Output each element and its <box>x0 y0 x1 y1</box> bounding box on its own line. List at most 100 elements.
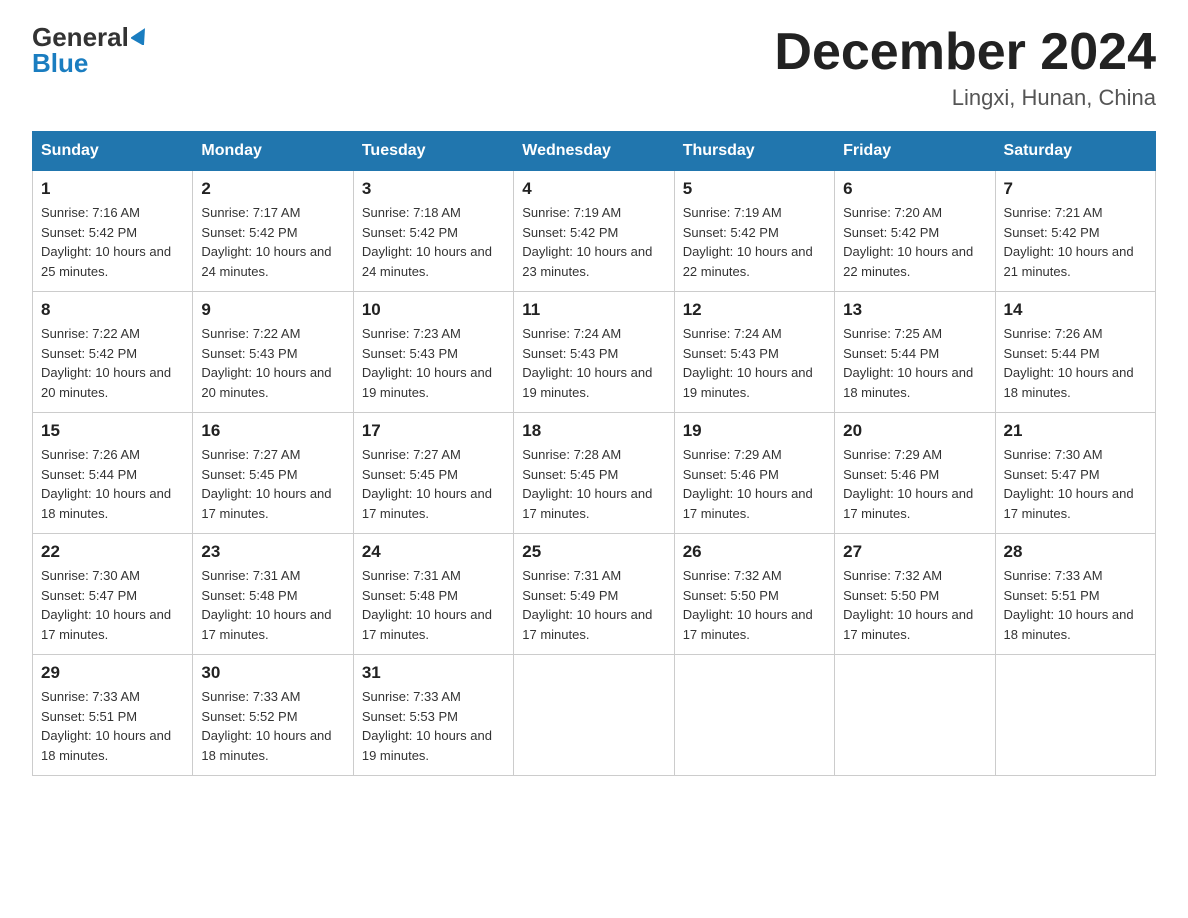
daylight-label: Daylight: 10 hours and 19 minutes. <box>683 365 813 400</box>
table-row: 5 Sunrise: 7:19 AM Sunset: 5:42 PM Dayli… <box>674 171 834 292</box>
sunrise-label: Sunrise: 7:25 AM <box>843 326 942 341</box>
calendar-week-row: 29 Sunrise: 7:33 AM Sunset: 5:51 PM Dayl… <box>33 655 1156 776</box>
day-info: Sunrise: 7:23 AM Sunset: 5:43 PM Dayligh… <box>362 324 505 402</box>
daylight-label: Daylight: 10 hours and 17 minutes. <box>522 607 652 642</box>
day-info: Sunrise: 7:16 AM Sunset: 5:42 PM Dayligh… <box>41 203 184 281</box>
sunset-label: Sunset: 5:50 PM <box>683 588 779 603</box>
sunset-label: Sunset: 5:45 PM <box>522 467 618 482</box>
calendar-table: Sunday Monday Tuesday Wednesday Thursday… <box>32 131 1156 776</box>
sunrise-label: Sunrise: 7:33 AM <box>201 689 300 704</box>
sunset-label: Sunset: 5:43 PM <box>683 346 779 361</box>
logo-arrow-icon <box>131 25 151 50</box>
daylight-label: Daylight: 10 hours and 17 minutes. <box>683 607 813 642</box>
daylight-label: Daylight: 10 hours and 18 minutes. <box>1004 607 1134 642</box>
sunset-label: Sunset: 5:51 PM <box>41 709 137 724</box>
daylight-label: Daylight: 10 hours and 17 minutes. <box>522 486 652 521</box>
sunset-label: Sunset: 5:48 PM <box>201 588 297 603</box>
day-info: Sunrise: 7:32 AM Sunset: 5:50 PM Dayligh… <box>843 566 986 644</box>
day-info: Sunrise: 7:29 AM Sunset: 5:46 PM Dayligh… <box>843 445 986 523</box>
sunset-label: Sunset: 5:42 PM <box>843 225 939 240</box>
table-row: 8 Sunrise: 7:22 AM Sunset: 5:42 PM Dayli… <box>33 292 193 413</box>
calendar-week-row: 15 Sunrise: 7:26 AM Sunset: 5:44 PM Dayl… <box>33 413 1156 534</box>
sunset-label: Sunset: 5:45 PM <box>201 467 297 482</box>
day-number: 31 <box>362 663 505 683</box>
day-number: 1 <box>41 179 184 199</box>
header-saturday: Saturday <box>995 132 1155 171</box>
sunset-label: Sunset: 5:42 PM <box>201 225 297 240</box>
header-tuesday: Tuesday <box>353 132 513 171</box>
table-row: 6 Sunrise: 7:20 AM Sunset: 5:42 PM Dayli… <box>835 171 995 292</box>
daylight-label: Daylight: 10 hours and 20 minutes. <box>41 365 171 400</box>
sunset-label: Sunset: 5:44 PM <box>41 467 137 482</box>
table-row: 7 Sunrise: 7:21 AM Sunset: 5:42 PM Dayli… <box>995 171 1155 292</box>
day-number: 19 <box>683 421 826 441</box>
day-info: Sunrise: 7:33 AM Sunset: 5:51 PM Dayligh… <box>41 687 184 765</box>
sunset-label: Sunset: 5:53 PM <box>362 709 458 724</box>
table-row: 2 Sunrise: 7:17 AM Sunset: 5:42 PM Dayli… <box>193 171 353 292</box>
day-number: 13 <box>843 300 986 320</box>
day-number: 30 <box>201 663 344 683</box>
sunrise-label: Sunrise: 7:33 AM <box>362 689 461 704</box>
sunrise-label: Sunrise: 7:32 AM <box>683 568 782 583</box>
day-number: 18 <box>522 421 665 441</box>
table-row: 25 Sunrise: 7:31 AM Sunset: 5:49 PM Dayl… <box>514 534 674 655</box>
day-number: 15 <box>41 421 184 441</box>
logo: General Blue <box>32 24 151 76</box>
day-number: 14 <box>1004 300 1147 320</box>
table-row: 23 Sunrise: 7:31 AM Sunset: 5:48 PM Dayl… <box>193 534 353 655</box>
table-row: 13 Sunrise: 7:25 AM Sunset: 5:44 PM Dayl… <box>835 292 995 413</box>
table-row: 1 Sunrise: 7:16 AM Sunset: 5:42 PM Dayli… <box>33 171 193 292</box>
table-row: 22 Sunrise: 7:30 AM Sunset: 5:47 PM Dayl… <box>33 534 193 655</box>
sunrise-label: Sunrise: 7:26 AM <box>41 447 140 462</box>
sunset-label: Sunset: 5:42 PM <box>1004 225 1100 240</box>
sunrise-label: Sunrise: 7:22 AM <box>201 326 300 341</box>
daylight-label: Daylight: 10 hours and 17 minutes. <box>201 607 331 642</box>
day-info: Sunrise: 7:32 AM Sunset: 5:50 PM Dayligh… <box>683 566 826 644</box>
table-row <box>514 655 674 776</box>
day-number: 29 <box>41 663 184 683</box>
calendar-week-row: 22 Sunrise: 7:30 AM Sunset: 5:47 PM Dayl… <box>33 534 1156 655</box>
table-row: 16 Sunrise: 7:27 AM Sunset: 5:45 PM Dayl… <box>193 413 353 534</box>
day-info: Sunrise: 7:33 AM Sunset: 5:53 PM Dayligh… <box>362 687 505 765</box>
sunrise-label: Sunrise: 7:23 AM <box>362 326 461 341</box>
calendar-week-row: 8 Sunrise: 7:22 AM Sunset: 5:42 PM Dayli… <box>33 292 1156 413</box>
sunrise-label: Sunrise: 7:17 AM <box>201 205 300 220</box>
daylight-label: Daylight: 10 hours and 18 minutes. <box>201 728 331 763</box>
sunrise-label: Sunrise: 7:29 AM <box>843 447 942 462</box>
sunrise-label: Sunrise: 7:29 AM <box>683 447 782 462</box>
daylight-label: Daylight: 10 hours and 17 minutes. <box>362 607 492 642</box>
header-sunday: Sunday <box>33 132 193 171</box>
calendar-week-row: 1 Sunrise: 7:16 AM Sunset: 5:42 PM Dayli… <box>33 171 1156 292</box>
daylight-label: Daylight: 10 hours and 19 minutes. <box>522 365 652 400</box>
table-row <box>995 655 1155 776</box>
sunset-label: Sunset: 5:42 PM <box>41 346 137 361</box>
day-info: Sunrise: 7:24 AM Sunset: 5:43 PM Dayligh… <box>683 324 826 402</box>
day-number: 17 <box>362 421 505 441</box>
header-wednesday: Wednesday <box>514 132 674 171</box>
day-number: 20 <box>843 421 986 441</box>
day-number: 23 <box>201 542 344 562</box>
day-number: 3 <box>362 179 505 199</box>
day-info: Sunrise: 7:18 AM Sunset: 5:42 PM Dayligh… <box>362 203 505 281</box>
day-info: Sunrise: 7:25 AM Sunset: 5:44 PM Dayligh… <box>843 324 986 402</box>
daylight-label: Daylight: 10 hours and 18 minutes. <box>1004 365 1134 400</box>
day-info: Sunrise: 7:31 AM Sunset: 5:48 PM Dayligh… <box>201 566 344 644</box>
sunrise-label: Sunrise: 7:33 AM <box>41 689 140 704</box>
daylight-label: Daylight: 10 hours and 21 minutes. <box>1004 244 1134 279</box>
table-row: 21 Sunrise: 7:30 AM Sunset: 5:47 PM Dayl… <box>995 413 1155 534</box>
day-info: Sunrise: 7:20 AM Sunset: 5:42 PM Dayligh… <box>843 203 986 281</box>
day-number: 8 <box>41 300 184 320</box>
table-row: 14 Sunrise: 7:26 AM Sunset: 5:44 PM Dayl… <box>995 292 1155 413</box>
sunrise-label: Sunrise: 7:24 AM <box>683 326 782 341</box>
daylight-label: Daylight: 10 hours and 24 minutes. <box>201 244 331 279</box>
sunset-label: Sunset: 5:42 PM <box>362 225 458 240</box>
day-number: 25 <box>522 542 665 562</box>
table-row: 29 Sunrise: 7:33 AM Sunset: 5:51 PM Dayl… <box>33 655 193 776</box>
daylight-label: Daylight: 10 hours and 18 minutes. <box>41 728 171 763</box>
sunrise-label: Sunrise: 7:19 AM <box>683 205 782 220</box>
sunrise-label: Sunrise: 7:24 AM <box>522 326 621 341</box>
sunrise-label: Sunrise: 7:33 AM <box>1004 568 1103 583</box>
day-number: 12 <box>683 300 826 320</box>
day-number: 11 <box>522 300 665 320</box>
daylight-label: Daylight: 10 hours and 18 minutes. <box>843 365 973 400</box>
